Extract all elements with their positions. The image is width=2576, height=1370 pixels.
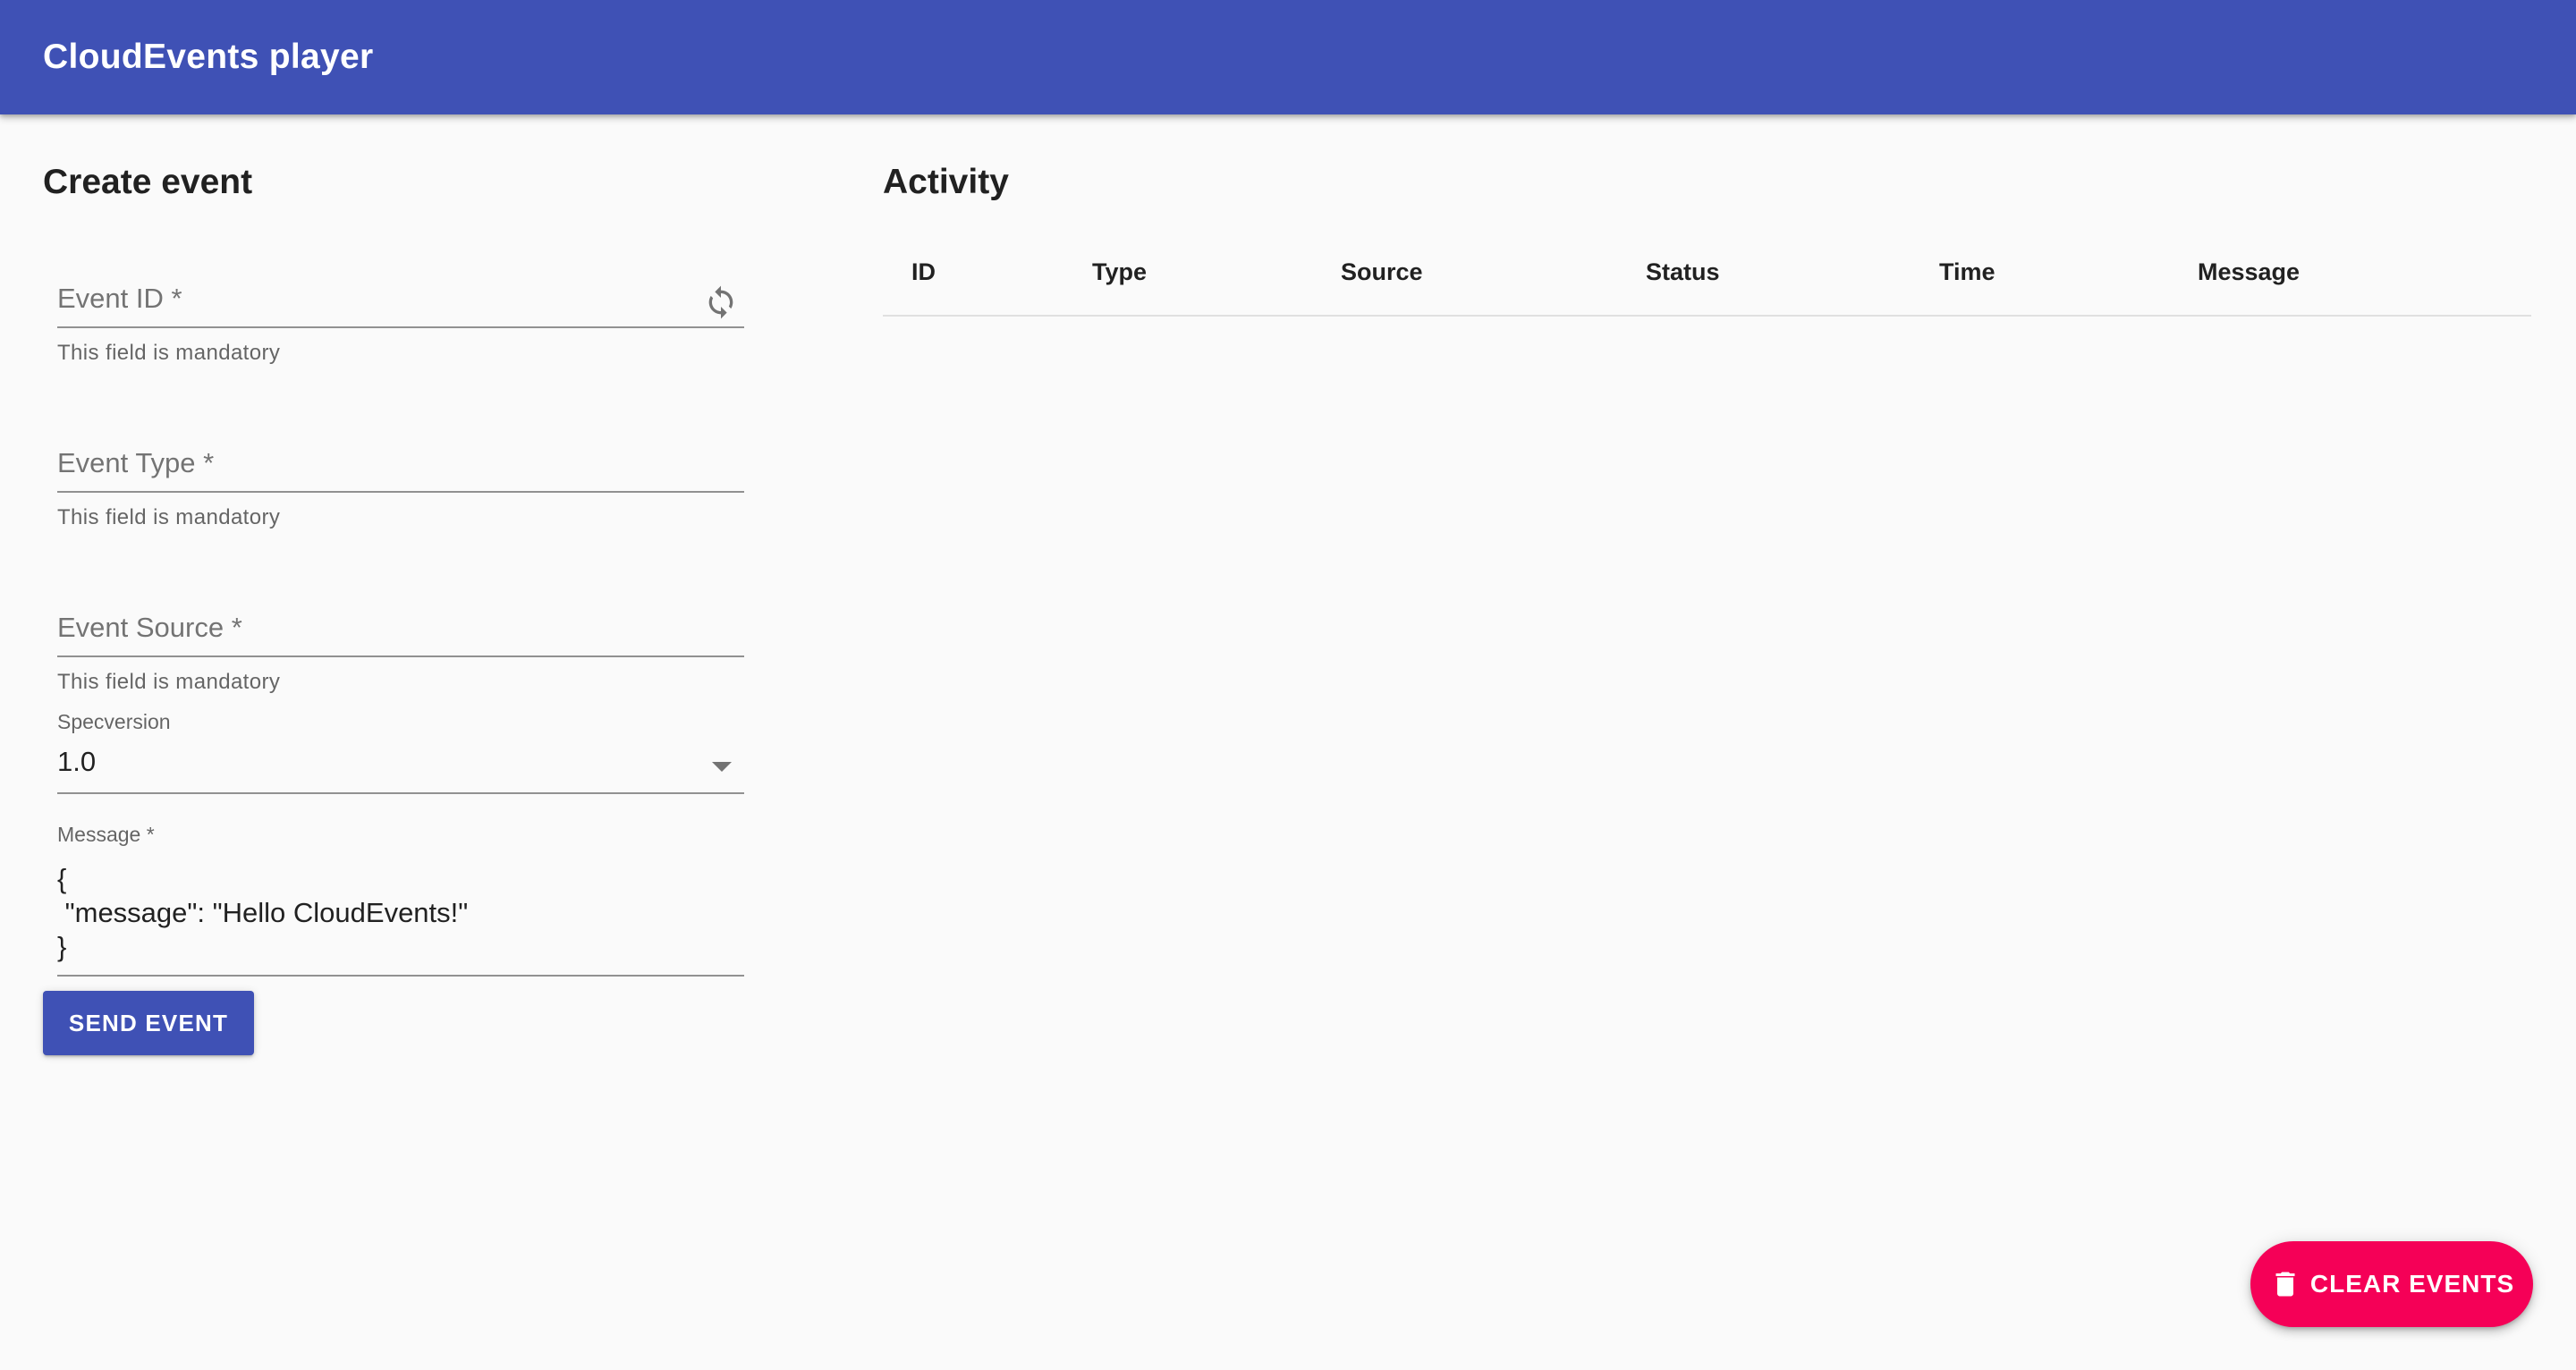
column-header-source: Source — [1341, 258, 1423, 285]
clear-events-label: CLEAR EVENTS — [2309, 1270, 2515, 1298]
clear-events-button[interactable]: CLEAR EVENTS — [2250, 1241, 2533, 1327]
message-underline — [57, 975, 744, 977]
column-header-status: Status — [1646, 258, 1720, 285]
app-bar: CloudEvents player — [0, 0, 2576, 114]
create-event-title: Create event — [43, 163, 253, 201]
column-header-type: Type — [1092, 258, 1148, 285]
activity-table-header: ID Type Source Status Time Message — [883, 229, 2531, 317]
activity-title: Activity — [883, 163, 1009, 201]
event-type-field[interactable]: Event Type * This field is mandatory — [57, 438, 744, 537]
specversion-label: Specversion — [57, 710, 171, 733]
column-header-time: Time — [1939, 258, 1996, 285]
event-type-underline — [57, 491, 744, 493]
event-id-field[interactable]: Event ID * This field is mandatory — [57, 274, 744, 372]
app-title: CloudEvents player — [43, 38, 374, 76]
refresh-icon[interactable] — [699, 281, 742, 324]
event-id-helper: This field is mandatory — [57, 341, 281, 365]
chevron-down-icon — [712, 762, 732, 772]
specversion-select[interactable]: Specversion 1.0 — [57, 706, 744, 794]
event-id-underline — [57, 326, 744, 328]
message-field[interactable]: Message * { "message": "Hello CloudEvent… — [57, 821, 744, 977]
send-event-button[interactable]: SEND EVENT — [43, 991, 254, 1055]
event-type-helper: This field is mandatory — [57, 505, 281, 529]
column-header-message: Message — [2198, 258, 2301, 285]
event-source-helper: This field is mandatory — [57, 670, 281, 694]
column-header-id: ID — [911, 258, 936, 285]
event-id-label: Event ID * — [57, 283, 182, 314]
message-textarea[interactable]: { "message": "Hello CloudEvents!" } — [57, 862, 468, 964]
specversion-underline — [57, 792, 744, 794]
event-source-label: Event Source * — [57, 612, 242, 643]
specversion-value: 1.0 — [57, 746, 97, 777]
event-source-field[interactable]: Event Source * This field is mandatory — [57, 603, 744, 701]
message-label: Message * — [57, 823, 155, 846]
trash-icon — [2269, 1268, 2301, 1300]
event-source-underline — [57, 655, 744, 657]
event-type-label: Event Type * — [57, 447, 215, 478]
